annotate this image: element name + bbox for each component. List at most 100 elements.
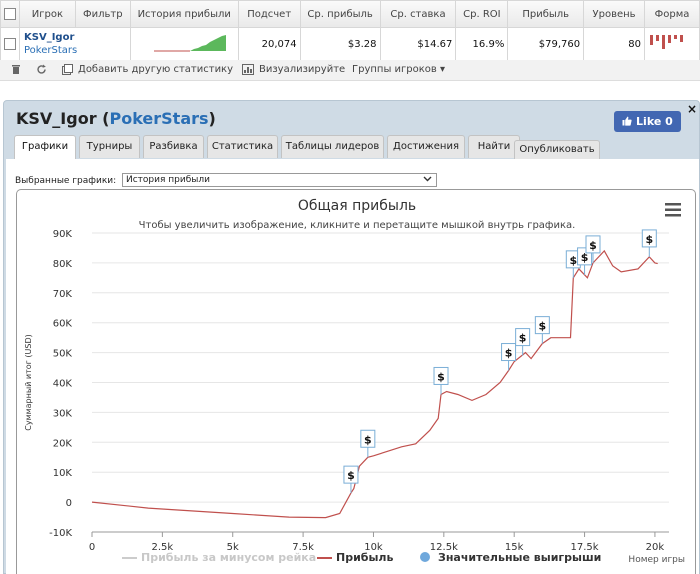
select-all-cell[interactable] bbox=[0, 0, 20, 28]
trash-icon[interactable] bbox=[11, 64, 21, 78]
row-select-cell[interactable] bbox=[0, 27, 20, 61]
col-player[interactable]: Игрок bbox=[19, 0, 76, 28]
spacer bbox=[0, 82, 700, 100]
form-bar bbox=[662, 34, 665, 49]
x-axis-ticks: 0 2.5k 5k 7.5k 10k 12.5k 15k 17.5k 20k bbox=[89, 532, 665, 553]
avg-stake-value: $14.67 bbox=[379, 27, 457, 61]
panel-site-link[interactable]: PokerStars bbox=[109, 109, 208, 128]
y-tick-label: 80K bbox=[53, 259, 73, 270]
big-win-flag[interactable]: $ bbox=[360, 429, 376, 458]
legend-label: Прибыль за минусом рейка bbox=[141, 551, 316, 564]
big-win-flag[interactable]: $ bbox=[501, 343, 517, 371]
tab-statistics[interactable]: Статистика bbox=[207, 135, 278, 158]
svg-text:$: $ bbox=[437, 370, 445, 383]
y-tick-label: 30K bbox=[53, 408, 73, 419]
legend-item[interactable]: Прибыль bbox=[317, 551, 393, 564]
col-filter[interactable]: Фильтр bbox=[74, 0, 131, 28]
form-bar bbox=[674, 34, 677, 39]
y-tick-label: 90K bbox=[53, 229, 73, 240]
col-form[interactable]: Форма bbox=[644, 0, 700, 28]
tab-search[interactable]: Найти bbox=[468, 135, 520, 158]
tab-charts[interactable]: Графики bbox=[14, 135, 76, 159]
chart-menu-icon[interactable] bbox=[665, 203, 681, 217]
y-tick-label: 40K bbox=[53, 379, 73, 390]
col-avg-stake[interactable]: Ср. ставка bbox=[379, 0, 457, 28]
tab-achievements[interactable]: Достижения bbox=[387, 135, 465, 158]
player-cell: KSV_Igor PokerStars bbox=[19, 27, 131, 61]
row-checkbox[interactable] bbox=[4, 38, 16, 50]
legend-item[interactable]: Прибыль за минусом рейка bbox=[122, 551, 316, 564]
chart-container: Общая прибыль Чтобы увеличить изображени… bbox=[16, 189, 696, 574]
y-tick-label: 0 bbox=[66, 498, 72, 509]
close-icon[interactable]: × bbox=[687, 102, 697, 116]
y-axis-label: Суммарный итог (USD) bbox=[24, 334, 33, 431]
tab-breakdown[interactable]: Разбивка bbox=[143, 135, 204, 158]
svg-text:$: $ bbox=[519, 332, 527, 345]
visualize-button[interactable]: Визуализируйте bbox=[259, 64, 345, 75]
profit-chart[interactable]: Общая прибыль Чтобы увеличить изображени… bbox=[17, 190, 697, 574]
add-stats-icon[interactable] bbox=[62, 64, 73, 78]
sparkline-positive bbox=[189, 34, 226, 51]
player-groups-button[interactable]: Группы игроков ▾ bbox=[352, 64, 445, 75]
chart-grid bbox=[92, 232, 669, 533]
table-toolbar: Добавить другую статистику Визуализируйт… bbox=[0, 60, 700, 81]
form-bars bbox=[650, 34, 683, 49]
player-site-link[interactable]: PokerStars bbox=[24, 44, 127, 57]
player-stats-table: Игрок Фильтр История прибыли Подсчет Ср.… bbox=[0, 0, 700, 61]
chart-subtitle: Чтобы увеличить изображение, кликните и … bbox=[139, 220, 576, 231]
x-tick-label: 0 bbox=[89, 542, 95, 553]
select-all-checkbox[interactable] bbox=[4, 8, 16, 20]
player-groups-label: Группы игроков bbox=[352, 64, 437, 75]
big-win-flag[interactable]: $ bbox=[641, 229, 657, 257]
y-tick-label: -10K bbox=[49, 528, 72, 539]
avg-roi-value: 16.9% bbox=[455, 27, 509, 61]
player-name-link[interactable]: KSV_Igor bbox=[24, 31, 127, 44]
big-win-flag[interactable]: $ bbox=[433, 366, 449, 395]
col-profit[interactable]: Прибыль bbox=[507, 0, 585, 28]
form-bar bbox=[668, 34, 671, 43]
chart-select-value: История прибыли bbox=[126, 175, 210, 185]
chevron-down-icon bbox=[423, 174, 432, 187]
svg-text:$: $ bbox=[364, 433, 372, 446]
svg-text:$: $ bbox=[505, 347, 513, 360]
legend-item[interactable]: Значительные выигрыши bbox=[420, 551, 601, 564]
col-avg-profit[interactable]: Ср. прибыль bbox=[299, 0, 381, 28]
big-win-flag[interactable]: $ bbox=[515, 328, 531, 356]
visualize-icon[interactable] bbox=[242, 64, 254, 78]
tab-leaderboards[interactable]: Таблицы лидеров bbox=[281, 135, 384, 158]
facebook-like-button[interactable]: Like 0 bbox=[614, 111, 681, 132]
like-label: Like 0 bbox=[636, 115, 673, 128]
col-profit-history[interactable]: История прибыли bbox=[129, 0, 239, 28]
screen: Игрок Фильтр История прибыли Подсчет Ср.… bbox=[0, 0, 700, 574]
form-bar bbox=[680, 34, 683, 42]
chart-series bbox=[91, 249, 658, 519]
profit-history-sparkline bbox=[129, 27, 239, 61]
form-bar bbox=[656, 34, 659, 41]
y-tick-label: 70K bbox=[53, 289, 73, 300]
y-tick-label: 20K bbox=[53, 438, 73, 449]
tab-tournaments[interactable]: Турниры bbox=[79, 135, 140, 158]
panel-title-close-paren: ) bbox=[208, 109, 216, 128]
chevron-down-icon: ▾ bbox=[439, 64, 446, 75]
profit-line bbox=[91, 249, 658, 519]
refresh-icon[interactable] bbox=[36, 64, 47, 78]
x-axis-label: Номер игры bbox=[628, 555, 685, 565]
big-win-markers: $$$$$$$ $$ $ bbox=[343, 229, 657, 494]
table-header-row: Игрок Фильтр История прибыли Подсчет Ср.… bbox=[0, 0, 700, 28]
svg-text:$: $ bbox=[539, 320, 547, 333]
col-avg-roi[interactable]: Ср. ROI bbox=[455, 0, 509, 28]
chart-select-dropdown[interactable]: История прибыли bbox=[122, 173, 437, 187]
publish-button[interactable]: Опубликовать bbox=[514, 140, 600, 159]
avg-profit-value: $3.28 bbox=[299, 27, 381, 61]
panel-title: KSV_Igor (PokerStars) bbox=[16, 109, 216, 128]
big-win-flag[interactable]: $ bbox=[343, 465, 359, 494]
profit-value: $79,760 bbox=[507, 27, 585, 61]
col-count[interactable]: Подсчет bbox=[237, 0, 301, 28]
y-tick-label: 60K bbox=[53, 319, 73, 330]
svg-text:$: $ bbox=[569, 254, 577, 267]
y-axis-ticks: -10K 0 10K 20K 30K 40K 50K 60K 70K 80K 90K bbox=[49, 229, 72, 539]
x-tick-label: 20k bbox=[646, 542, 665, 553]
col-level[interactable]: Уровень bbox=[583, 0, 645, 28]
selected-charts-label: Выбранные графики: bbox=[15, 176, 117, 186]
add-stats-button[interactable]: Добавить другую статистику bbox=[78, 64, 233, 75]
